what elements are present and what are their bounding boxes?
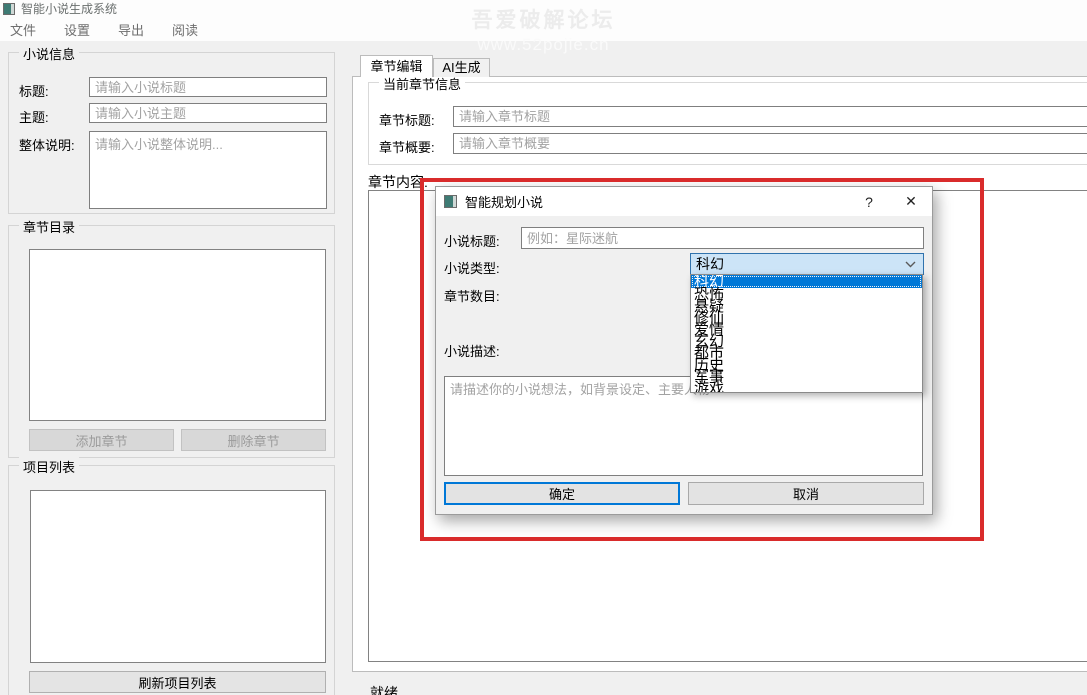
dropdown-option[interactable]: 历史 xyxy=(691,359,922,371)
ok-button[interactable]: 确定 xyxy=(444,482,680,505)
dropdown-option[interactable]: 恐怖 xyxy=(691,288,922,300)
current-chapter-groupbox: 当前章节信息 章节标题: 章节概要: xyxy=(368,82,1087,165)
app-window: { "window": { "title": "智能小说生成系统", "menu… xyxy=(0,0,1087,695)
dropdown-option[interactable]: 玄幻 xyxy=(691,335,922,347)
dropdown-option[interactable]: 军事 xyxy=(691,370,922,382)
dropdown-option[interactable]: 游戏 xyxy=(691,382,922,393)
status-text: 就绪 xyxy=(370,683,398,695)
novel-title-label: 标题: xyxy=(19,81,49,100)
dropdown-option[interactable]: 修仙 xyxy=(691,312,922,324)
chapter-listbox[interactable] xyxy=(29,249,326,421)
chapter-title-label: 章节标题: xyxy=(379,110,435,129)
tab-chapter-edit[interactable]: 章节编辑 xyxy=(360,55,433,77)
novel-info-title: 小说信息 xyxy=(19,44,79,63)
dlg-novel-title-label: 小说标题: xyxy=(444,231,500,250)
chapter-list-groupbox: 章节目录 添加章节 删除章节 xyxy=(8,225,335,458)
novel-title-input[interactable] xyxy=(89,77,327,97)
dlg-novel-type-label: 小说类型: xyxy=(444,258,500,277)
tab-ai-generate[interactable]: AI生成 xyxy=(433,58,490,77)
menu-settings[interactable]: 设置 xyxy=(54,17,100,42)
delete-chapter-button[interactable]: 删除章节 xyxy=(181,429,326,451)
chevron-down-icon xyxy=(905,261,916,268)
novel-type-dropdown: 科幻 恐怖 悬疑 修仙 爱情 玄幻 都市 历史 军事 游戏 xyxy=(690,274,923,393)
menubar: 文件 设置 导出 阅读 xyxy=(0,17,216,41)
dialog-icon xyxy=(444,195,457,208)
dlg-novel-title-input[interactable] xyxy=(521,227,924,249)
project-list-groupbox: 项目列表 刷新项目列表 xyxy=(8,465,335,695)
titlebar: 智能小说生成系统 xyxy=(0,0,117,16)
dropdown-option[interactable]: 爱情 xyxy=(691,323,922,335)
add-chapter-button[interactable]: 添加章节 xyxy=(29,429,174,451)
menu-export[interactable]: 导出 xyxy=(108,17,154,42)
novel-info-groupbox: 小说信息 标题: 主题: 整体说明: xyxy=(8,52,335,214)
project-list-title: 项目列表 xyxy=(19,457,79,476)
chapter-title-input[interactable] xyxy=(453,106,1087,127)
novel-summary-label: 整体说明: xyxy=(19,135,75,154)
novel-theme-label: 主题: xyxy=(19,107,49,126)
novel-type-value: 科幻 xyxy=(696,254,724,274)
close-icon[interactable]: ✕ xyxy=(890,187,932,216)
novel-type-combobox[interactable]: 科幻 xyxy=(690,253,924,275)
dialog-title: 智能规划小说 xyxy=(465,192,543,211)
window-title: 智能小说生成系统 xyxy=(21,0,117,17)
cancel-button[interactable]: 取消 xyxy=(688,482,924,505)
dialog-titlebar[interactable]: 智能规划小说 ? ✕ xyxy=(436,187,932,216)
menu-file[interactable]: 文件 xyxy=(0,17,46,42)
novel-summary-textarea[interactable] xyxy=(89,131,327,209)
menu-read[interactable]: 阅读 xyxy=(162,17,208,42)
dlg-novel-desc-label: 小说描述: xyxy=(444,341,500,360)
dropdown-option[interactable]: 悬疑 xyxy=(691,300,922,312)
window-chrome: 智能小说生成系统 文件 设置 导出 阅读 xyxy=(0,0,1087,41)
chapter-summary-input[interactable] xyxy=(453,133,1087,154)
chapter-summary-label: 章节概要: xyxy=(379,137,435,156)
dropdown-option[interactable]: 都市 xyxy=(691,347,922,359)
chapter-list-title: 章节目录 xyxy=(19,217,79,236)
project-listbox[interactable] xyxy=(30,490,326,663)
dropdown-option[interactable]: 科幻 xyxy=(691,275,922,288)
dlg-chapter-count-label: 章节数目: xyxy=(444,286,500,305)
help-icon[interactable]: ? xyxy=(848,187,890,216)
chapter-content-label: 章节内容: xyxy=(368,172,428,192)
novel-theme-input[interactable] xyxy=(89,103,327,123)
refresh-projects-button[interactable]: 刷新项目列表 xyxy=(29,671,326,693)
app-icon xyxy=(3,3,15,15)
